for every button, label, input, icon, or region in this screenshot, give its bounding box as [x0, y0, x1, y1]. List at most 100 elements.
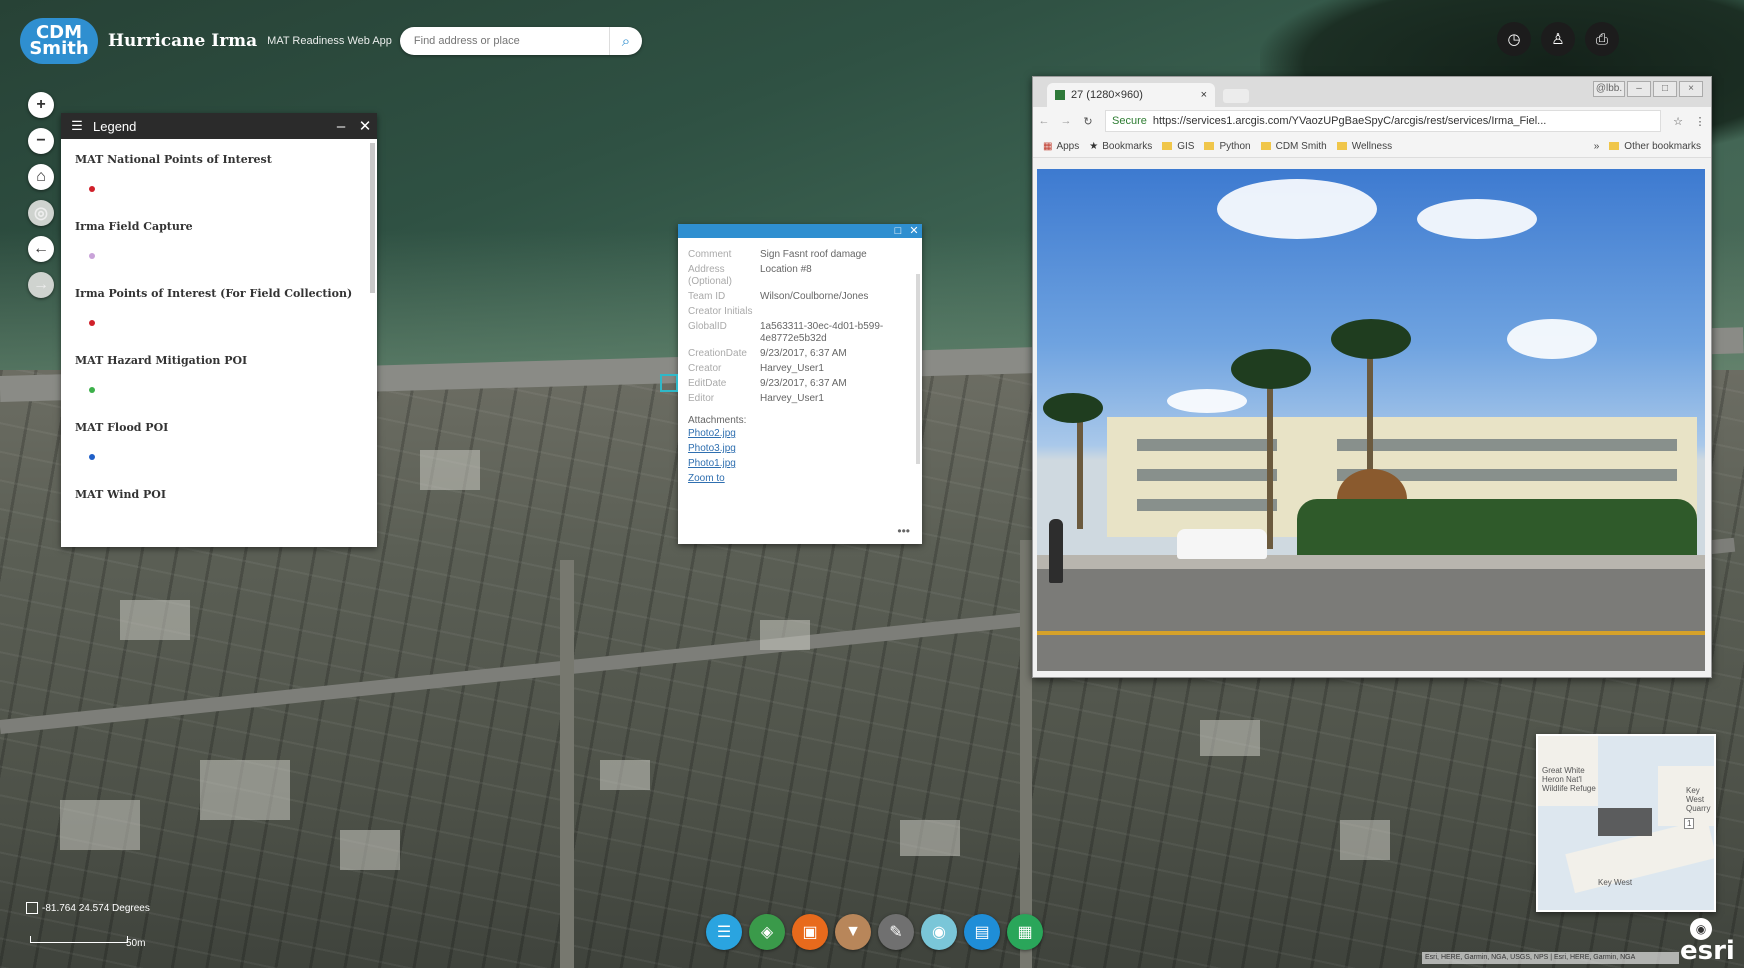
street	[1020, 540, 1032, 968]
zoom-out-button[interactable]: −	[28, 128, 54, 154]
overview-label: Key West	[1598, 878, 1633, 887]
building	[60, 800, 140, 850]
close-button[interactable]: ✕	[906, 224, 922, 238]
building	[600, 760, 650, 790]
globe-icon[interactable]: ◉	[921, 914, 957, 950]
maximize-button[interactable]: □	[890, 224, 906, 238]
bottom-toolbar: ☰ ◈ ▣ ▼ ✎ ◉ ▤ ▦	[706, 914, 1043, 950]
bookmark-folder[interactable]: GIS	[1162, 141, 1194, 152]
basemap-icon[interactable]: ▣	[792, 914, 828, 950]
overview-extent-box[interactable]	[1598, 808, 1652, 836]
tab-title: 27 (1280×960)	[1071, 89, 1143, 101]
top-right-tools: ◷ ♙ ⎙	[1497, 22, 1619, 56]
attribution: Esri, HERE, Garmin, NGA, USGS, NPS | Esr…	[1422, 952, 1679, 964]
profile-button[interactable]: @lbb.	[1593, 81, 1625, 97]
legend-item: Irma Points of Interest (For Field Colle…	[61, 273, 377, 326]
bookmark-apps[interactable]: ▦ Apps	[1043, 141, 1079, 152]
report-icon[interactable]: ▦	[1007, 914, 1043, 950]
legend-scrollbar[interactable]	[370, 143, 375, 293]
coordinate-toggle-icon[interactable]	[26, 902, 38, 914]
minimize-button[interactable]: –	[329, 118, 353, 135]
tab-bar: 27 (1280×960) × @lbb. – □ ×	[1033, 77, 1711, 107]
coordinate-readout: -81.764 24.574 Degrees	[26, 902, 150, 914]
chart-icon[interactable]: ▤	[964, 914, 1000, 950]
more-actions-button[interactable]: •••	[897, 524, 910, 538]
legend-item-label: MAT Wind POI	[75, 488, 166, 501]
bookmark-folder[interactable]: CDM Smith	[1260, 141, 1327, 152]
parked-car	[1177, 529, 1267, 559]
overview-label: Great White Heron Nat'l Wildlife Refuge	[1542, 766, 1596, 793]
legend-symbol	[89, 320, 95, 326]
close-button[interactable]: ✕	[353, 117, 377, 135]
zoom-to-link[interactable]: Zoom to	[688, 471, 912, 486]
forward-icon[interactable]: →	[1055, 115, 1077, 127]
clock-icon[interactable]: ◷	[1497, 22, 1531, 56]
star-icon[interactable]: ☆	[1667, 115, 1689, 128]
menu-icon[interactable]: ⋮	[1689, 115, 1711, 128]
legend-body[interactable]: MAT National Points of Interest Irma Fie…	[61, 139, 377, 545]
close-button[interactable]: ×	[1679, 81, 1703, 97]
home-button[interactable]: ⌂	[28, 164, 54, 190]
new-tab-button[interactable]	[1223, 89, 1249, 103]
search-icon[interactable]: ⌕	[608, 27, 642, 55]
cdm-smith-logo[interactable]: CDM Smith	[20, 18, 98, 64]
palm-tree	[1267, 369, 1273, 549]
street	[1037, 569, 1705, 671]
reload-icon[interactable]: ↻	[1077, 115, 1099, 128]
search-input[interactable]	[411, 34, 609, 48]
building	[760, 620, 810, 650]
list-icon[interactable]: ☰	[706, 914, 742, 950]
back-icon[interactable]: ←	[1033, 115, 1055, 127]
secure-label: Secure	[1112, 115, 1147, 127]
balcony	[1137, 499, 1277, 511]
filter-icon[interactable]: ▼	[835, 914, 871, 950]
map-navigation: + − ⌂ ◎ ← →	[28, 92, 54, 298]
attachment-link[interactable]: Photo2.jpg	[688, 426, 912, 441]
minimize-button[interactable]: –	[1627, 81, 1651, 97]
scale-label: 50m	[126, 938, 146, 949]
legend-panel: ☰ Legend – ✕ MAT National Points of Inte…	[61, 113, 377, 547]
popup-header: □ ✕	[678, 224, 922, 238]
legend-item: MAT Flood POI	[61, 407, 377, 460]
bookmark-bookmarks[interactable]: ★ Bookmarks	[1089, 141, 1152, 152]
tab-close-button[interactable]: ×	[1201, 89, 1207, 101]
popup-scrollbar[interactable]	[916, 274, 920, 464]
scale-bar	[30, 936, 128, 943]
legend-item-label: Irma Points of Interest (For Field Colle…	[75, 287, 353, 300]
attachment-link[interactable]: Photo1.jpg	[688, 456, 912, 471]
cloud	[1167, 389, 1247, 413]
locate-button[interactable]: ◎	[28, 200, 54, 226]
road-shield: 1	[1684, 818, 1695, 829]
url-field[interactable]: Secure https://services1.arcgis.com/YVao…	[1105, 110, 1661, 132]
window-controls: @lbb. – □ ×	[1593, 81, 1703, 97]
building	[340, 830, 400, 870]
browser-tab[interactable]: 27 (1280×960) ×	[1047, 83, 1215, 107]
previous-extent-button[interactable]: ←	[28, 236, 54, 262]
feature-popup: □ ✕ Comment Sign Fasnt roof damage Addres…	[660, 224, 922, 544]
attachments-label: Attachments:	[688, 415, 747, 426]
overview-map[interactable]: Great White Heron Nat'l Wildlife Refuge …	[1536, 734, 1716, 912]
legend-item-label: MAT Hazard Mitigation POI	[75, 354, 248, 367]
attribute-row: Creator Initials	[688, 306, 753, 317]
tools-icon[interactable]: ✎	[878, 914, 914, 950]
building	[1200, 720, 1260, 756]
more-bookmarks-button[interactable]: »	[1594, 141, 1600, 152]
legend-header: ☰ Legend – ✕	[61, 113, 377, 139]
layers-icon[interactable]: ◈	[749, 914, 785, 950]
bookmark-folder[interactable]: Wellness	[1336, 141, 1392, 152]
printer-icon[interactable]: ⎙	[1585, 22, 1619, 56]
next-extent-button[interactable]: →	[28, 272, 54, 298]
bookmark-folder[interactable]: Python	[1204, 141, 1251, 152]
balcony	[1137, 439, 1277, 451]
zoom-in-button[interactable]: +	[28, 92, 54, 118]
legend-item-label: MAT Flood POI	[75, 421, 169, 434]
legend-item: MAT Wind POI	[61, 474, 377, 503]
list-icon: ☰	[71, 118, 83, 133]
app-subtitle: MAT Readiness Web App	[267, 35, 392, 47]
maximize-button[interactable]: □	[1653, 81, 1677, 97]
legend-item: Irma Field Capture	[61, 206, 377, 259]
other-bookmarks[interactable]: Other bookmarks	[1609, 141, 1701, 152]
bookmarks-bar: ▦ Apps ★ Bookmarks GIS Python CDM Smith We…	[1033, 135, 1711, 158]
user-icon[interactable]: ♙	[1541, 22, 1575, 56]
attachment-link[interactable]: Photo3.jpg	[688, 441, 912, 456]
